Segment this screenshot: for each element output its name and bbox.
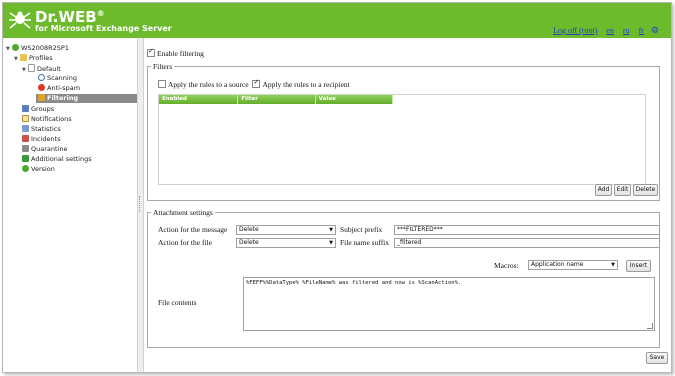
filters-table-header: Enabled Filter Value	[159, 95, 394, 104]
file-contents-value: %FEFF%%DataType% %FileName% was filtered…	[246, 280, 462, 286]
column-header-filter[interactable]: Filter	[238, 95, 316, 104]
lang-en-link[interactable]: en	[606, 26, 614, 35]
navigation-tree: ▼ WS2008R2SP1 ▼ Profiles ▼ Default Scanning…	[3, 38, 137, 372]
magnifier-icon	[38, 74, 45, 81]
tree-item-label: Quarantine	[31, 145, 68, 153]
action-file-label: Action for the file	[158, 238, 212, 247]
tree-item-default[interactable]: ▼ Default	[22, 64, 61, 73]
brand-title: Dr.WEB®	[35, 6, 105, 25]
edit-filter-button[interactable]: Edit	[614, 184, 631, 196]
subject-prefix-input[interactable]: ***FILTERED***	[394, 225, 660, 235]
tree-item-label: Filtering	[47, 94, 79, 102]
app-window: Dr.WEB® for Microsoft Exchange Server Lo…	[2, 2, 672, 373]
tree-item-label: Anti-spam	[47, 84, 81, 92]
tree-item-quarantine[interactable]: Quarantine	[22, 145, 67, 154]
tree-item-version[interactable]: Version	[22, 165, 55, 174]
chart-icon	[22, 125, 29, 132]
attachment-settings-legend: Attachment settings	[151, 208, 215, 217]
tree-item-label: Additional settings	[31, 155, 92, 163]
filtering-settings-panel: Enable filtering Filters Apply the rules…	[143, 38, 671, 372]
column-header-value[interactable]: Value	[316, 95, 394, 104]
subject-prefix-label: Subject prefix	[340, 225, 383, 234]
header-bar: Dr.WEB® for Microsoft Exchange Server Lo…	[3, 3, 671, 38]
column-header-enabled[interactable]: Enabled	[159, 95, 239, 104]
action-message-label: Action for the message	[158, 225, 228, 234]
lang-fr-link[interactable]: fr	[639, 26, 644, 35]
insert-macro-button[interactable]: Insert	[626, 260, 651, 272]
filters-fieldset: Filters Apply the rules to a source Appl…	[147, 62, 660, 201]
tree-item-scanning[interactable]: Scanning	[38, 74, 77, 83]
tree-item-profiles[interactable]: ▼ Profiles	[14, 54, 53, 63]
tree-item-incidents[interactable]: Incidents	[22, 135, 61, 144]
file-name-suffix-input[interactable]: _filtered	[394, 238, 660, 248]
tree-item-filtering[interactable]: Filtering	[36, 94, 137, 103]
incidents-icon	[22, 135, 29, 142]
chevron-down-icon: ▼	[329, 240, 333, 246]
macros-value: Application name	[531, 261, 584, 268]
tree-item-label: Profiles	[29, 54, 53, 62]
file-contents-label: File contents	[158, 298, 197, 307]
add-filter-button[interactable]: Add	[595, 184, 612, 196]
enable-filtering-row[interactable]: Enable filtering	[147, 47, 204, 58]
shield-icon	[22, 155, 29, 162]
macros-label: Macros:	[494, 261, 519, 270]
server-icon	[12, 44, 19, 51]
action-file-select[interactable]: Delete ▼	[236, 238, 336, 248]
save-button[interactable]: Save	[646, 352, 668, 364]
tree-item-antispam[interactable]: Anti-spam	[38, 84, 80, 93]
filters-legend: Filters	[151, 62, 175, 71]
tree-item-server[interactable]: ▼ WS2008R2SP1	[6, 44, 69, 53]
file-name-suffix-label: File name suffix	[340, 238, 390, 247]
action-message-select[interactable]: Delete ▼	[236, 225, 336, 235]
logout-link[interactable]: Log off (root)	[553, 26, 597, 35]
tree-item-additional-settings[interactable]: Additional settings	[22, 155, 92, 164]
splitter-grip[interactable]	[139, 196, 142, 212]
gear-icon[interactable]: ⚙	[651, 25, 659, 35]
groups-icon	[22, 105, 29, 112]
resize-handle-icon[interactable]	[647, 323, 653, 329]
brand-subtitle: for Microsoft Exchange Server	[35, 24, 172, 33]
tree-item-statistics[interactable]: Statistics	[22, 125, 61, 134]
chevron-down-icon: ▼	[611, 262, 615, 268]
tree-item-label: Groups	[31, 105, 55, 113]
macros-select[interactable]: Application name ▼	[528, 260, 618, 270]
tree-item-groups[interactable]: Groups	[22, 105, 54, 114]
tree-item-notifications[interactable]: Notifications	[22, 115, 72, 124]
drweb-spider-logo-icon	[9, 11, 31, 29]
brand-registered-mark: ®	[96, 9, 105, 18]
recipient-rule-checkbox[interactable]	[252, 78, 261, 88]
filters-table: Enabled Filter Value	[158, 94, 646, 185]
file-contents-textarea[interactable]: %FEFF%%DataType% %FileName% was filtered…	[243, 277, 655, 331]
enable-filtering-label: Enable filtering	[157, 49, 204, 58]
lang-ru-link[interactable]: ru	[623, 26, 630, 35]
delete-filter-button[interactable]: Delete	[633, 184, 658, 196]
tree-item-label: Version	[31, 165, 55, 173]
filter-icon	[38, 94, 45, 101]
tree-item-label: WS2008R2SP1	[21, 44, 69, 52]
action-file-value: Delete	[239, 239, 259, 246]
source-rule-label: Apply the rules to a source	[168, 80, 249, 89]
tree-item-label: Default	[37, 65, 61, 73]
tree-item-label: Notifications	[31, 115, 72, 123]
source-rule-checkbox[interactable]	[158, 80, 166, 88]
recipient-rule-label: Apply the rules to a recipient	[262, 80, 350, 89]
quarantine-icon	[22, 145, 29, 152]
enable-filtering-checkbox[interactable]	[147, 47, 155, 57]
chevron-down-icon: ▼	[329, 227, 333, 233]
envelope-icon	[22, 115, 29, 122]
antispam-icon	[38, 84, 45, 91]
top-links: Log off (root) en ru fr ⚙	[546, 25, 659, 36]
profile-icon	[28, 64, 35, 72]
action-message-value: Delete	[239, 226, 259, 233]
source-rule-row[interactable]: Apply the rules to a source Apply the ru…	[158, 78, 350, 89]
info-icon	[22, 165, 29, 172]
tree-item-label: Incidents	[31, 135, 61, 143]
tree-item-label: Scanning	[47, 74, 77, 82]
folder-icon	[20, 54, 27, 61]
tree-item-label: Statistics	[31, 125, 61, 133]
attachment-settings-fieldset: Attachment settings Action for the messa…	[147, 208, 660, 348]
